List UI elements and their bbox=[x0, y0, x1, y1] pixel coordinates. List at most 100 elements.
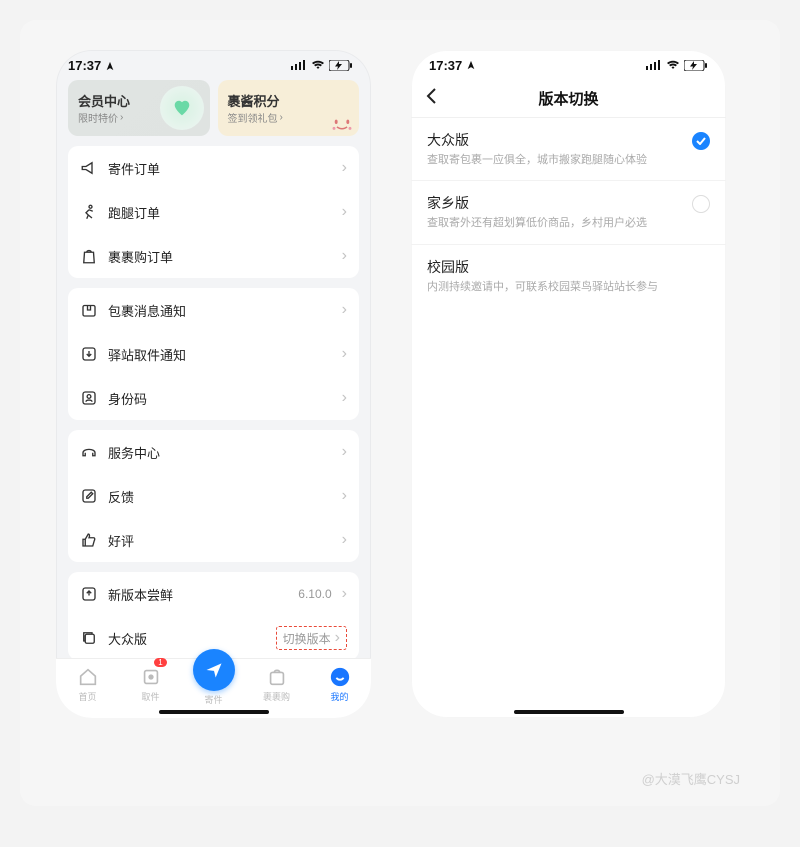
wifi-icon bbox=[311, 60, 325, 70]
tab-bar: 首页 1 取件 寄件 裹裹购 我的 bbox=[56, 658, 371, 718]
row-label: 大众版 bbox=[108, 629, 266, 648]
row-package-notify[interactable]: 包裹消息通知 › bbox=[68, 288, 359, 332]
row-label: 寄件订单 bbox=[108, 159, 332, 178]
chevron-right-icon: › bbox=[342, 345, 347, 363]
update-icon bbox=[80, 585, 98, 603]
header-cards: 会员中心 限时特价› 裹酱积分 签到领礼包› bbox=[56, 80, 371, 146]
row-label: 新版本尝鲜 bbox=[108, 585, 288, 604]
row-label: 好评 bbox=[108, 531, 332, 550]
tab-label: 首页 bbox=[78, 690, 96, 703]
row-rate[interactable]: 好评 › bbox=[68, 518, 359, 562]
version-options-list: 大众版 查取寄包裹一应俱全，城市搬家跑腿随心体验 家乡版 查取寄外还有超划算低价… bbox=[411, 118, 726, 307]
page-title: 版本切换 bbox=[538, 88, 598, 109]
headset-icon bbox=[80, 443, 98, 461]
battery-icon bbox=[329, 60, 353, 71]
row-id-code[interactable]: 身份码 › bbox=[68, 376, 359, 420]
points-card-sub: 签到领礼包› bbox=[228, 110, 283, 125]
row-label: 包裹消息通知 bbox=[108, 301, 332, 320]
row-label: 跑腿订单 bbox=[108, 203, 332, 222]
radio-checked-icon bbox=[692, 132, 710, 150]
option-sub: 查取寄外还有超划算低价商品，乡村用户必选 bbox=[427, 216, 682, 231]
row-station-notify[interactable]: 驿站取件通知 › bbox=[68, 332, 359, 376]
signal-icon bbox=[291, 60, 307, 70]
right-phone: 17:37 版本切换 大众版 查取寄包裹一应俱全，城市搬家跑腿随心体验 bbox=[411, 50, 726, 718]
settings-scroll: 寄件订单 › 跑腿订单 › 裹裹购订单 › 包裹消息通知 bbox=[56, 146, 371, 658]
points-card-title: 裹酱积分 bbox=[228, 91, 283, 110]
tab-label: 我的 bbox=[330, 690, 348, 703]
signal-icon bbox=[646, 60, 662, 70]
chevron-right-icon: › bbox=[342, 247, 347, 265]
row-service-center[interactable]: 服务中心 › bbox=[68, 430, 359, 474]
row-label: 反馈 bbox=[108, 487, 332, 506]
option-public[interactable]: 大众版 查取寄包裹一应俱全，城市搬家跑腿随心体验 bbox=[411, 118, 726, 181]
smile-icon bbox=[329, 666, 351, 688]
tab-label: 裹裹购 bbox=[263, 690, 290, 703]
left-phone: 17:37 会员中心 限时特价› bbox=[56, 50, 371, 718]
row-errand-orders[interactable]: 跑腿订单 › bbox=[68, 190, 359, 234]
tab-label: 寄件 bbox=[204, 693, 222, 706]
option-campus[interactable]: 校园版 内测持续邀请中，可联系校园菜鸟驿站站长参与 bbox=[411, 245, 726, 307]
row-feedback[interactable]: 反馈 › bbox=[68, 474, 359, 518]
row-shop-orders[interactable]: 裹裹购订单 › bbox=[68, 234, 359, 278]
status-bar bbox=[56, 50, 371, 80]
home-icon bbox=[77, 666, 99, 688]
chevron-right-icon: › bbox=[342, 389, 347, 407]
option-title: 家乡版 bbox=[427, 193, 682, 213]
points-card[interactable]: 裹酱积分 签到领礼包› bbox=[218, 80, 360, 136]
bag-icon bbox=[80, 247, 98, 265]
option-hometown[interactable]: 家乡版 查取寄外还有超划算低价商品，乡村用户必选 bbox=[411, 181, 726, 244]
tab-send[interactable]: 寄件 bbox=[190, 663, 238, 706]
chevron-right-icon: › bbox=[335, 629, 340, 647]
switch-version-label: 切换版本 bbox=[283, 630, 331, 647]
thumbs-up-icon bbox=[80, 531, 98, 549]
megaphone-icon bbox=[80, 159, 98, 177]
pickup-icon bbox=[140, 666, 162, 688]
nav-bar: 版本切换 bbox=[411, 80, 726, 118]
send-fab-icon bbox=[193, 649, 235, 691]
download-icon bbox=[80, 345, 98, 363]
back-button[interactable] bbox=[425, 87, 437, 110]
radio-unchecked-icon bbox=[692, 195, 710, 213]
switch-version-button[interactable]: 切换版本 › bbox=[276, 626, 347, 650]
orders-group: 寄件订单 › 跑腿订单 › 裹裹购订单 › bbox=[68, 146, 359, 278]
support-group: 服务中心 › 反馈 › 好评 › bbox=[68, 430, 359, 562]
member-card-sub: 限时特价› bbox=[78, 110, 130, 125]
tab-label: 取件 bbox=[141, 690, 159, 703]
chevron-right-icon: › bbox=[342, 159, 347, 177]
member-center-card[interactable]: 会员中心 限时特价› bbox=[68, 80, 210, 136]
package-icon bbox=[80, 301, 98, 319]
id-icon bbox=[80, 389, 98, 407]
tab-mine[interactable]: 我的 bbox=[316, 666, 364, 703]
option-title: 校园版 bbox=[427, 257, 710, 277]
home-indicator bbox=[514, 710, 624, 714]
badge: 1 bbox=[154, 658, 166, 667]
chevron-right-icon: › bbox=[342, 531, 347, 549]
option-sub: 查取寄包裹一应俱全，城市搬家跑腿随心体验 bbox=[427, 153, 682, 168]
chevron-right-icon: › bbox=[342, 585, 347, 603]
home-indicator bbox=[159, 710, 269, 714]
row-label: 身份码 bbox=[108, 389, 332, 408]
edit-icon bbox=[80, 487, 98, 505]
member-card-title: 会员中心 bbox=[78, 91, 130, 110]
mascot-icon bbox=[331, 116, 353, 132]
notifications-group: 包裹消息通知 › 驿站取件通知 › 身份码 › bbox=[68, 288, 359, 420]
chevron-right-icon: › bbox=[342, 203, 347, 221]
watermark: @大漠飞鹰CYSJ bbox=[642, 769, 740, 788]
copy-icon bbox=[80, 629, 98, 647]
wifi-icon bbox=[666, 60, 680, 70]
battery-icon bbox=[684, 60, 708, 71]
chevron-right-icon: › bbox=[280, 112, 283, 123]
tab-pickup[interactable]: 1 取件 bbox=[127, 666, 175, 703]
chevron-left-icon bbox=[425, 87, 437, 105]
row-send-orders[interactable]: 寄件订单 › bbox=[68, 146, 359, 190]
status-time: 17:37 bbox=[429, 58, 476, 73]
option-sub: 内测持续邀请中，可联系校园菜鸟驿站站长参与 bbox=[427, 280, 710, 295]
heart-icon bbox=[160, 86, 204, 130]
row-new-version[interactable]: 新版本尝鲜 6.10.0 › bbox=[68, 572, 359, 616]
version-value: 6.10.0 bbox=[298, 587, 331, 601]
tab-shop[interactable]: 裹裹购 bbox=[253, 666, 301, 703]
tab-home[interactable]: 首页 bbox=[64, 666, 112, 703]
chevron-right-icon: › bbox=[342, 487, 347, 505]
row-label: 服务中心 bbox=[108, 443, 332, 462]
row-label: 驿站取件通知 bbox=[108, 345, 332, 364]
